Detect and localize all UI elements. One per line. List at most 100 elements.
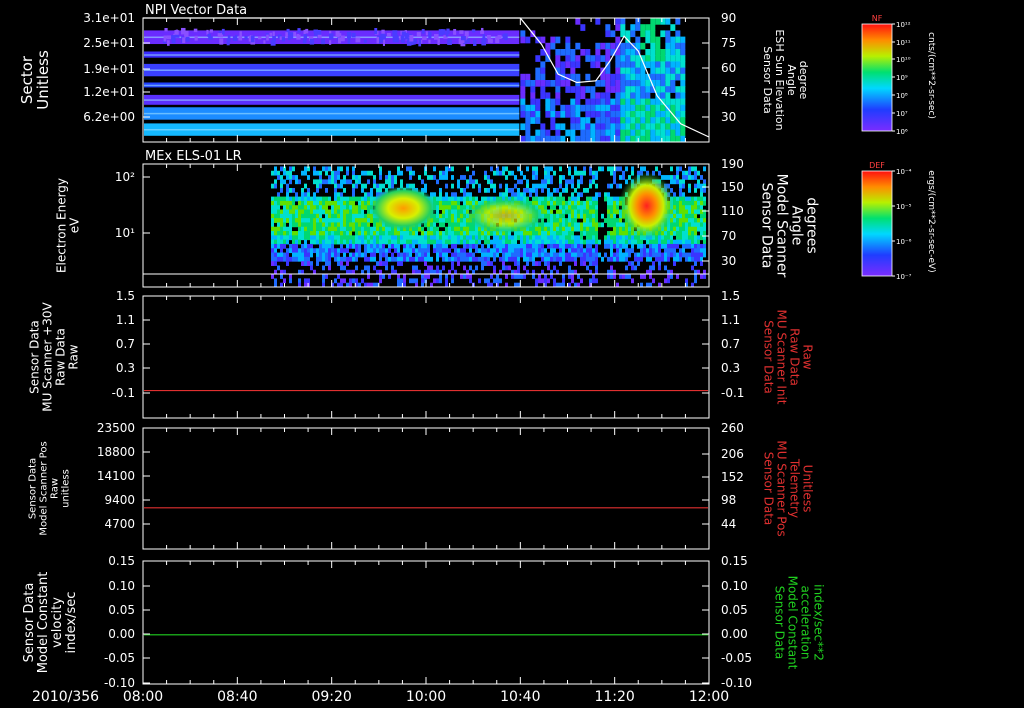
panel-1-ytick-right: 30 [721, 110, 736, 124]
panel-3-ytick-left: 0.7 [116, 337, 135, 351]
colorbar-tick: 10⁻⁷ [896, 273, 912, 281]
panel-3-ytick-right: -0.1 [721, 386, 744, 400]
panel-3-ylabel-right: Raw [801, 344, 815, 369]
panel-1-ytick-left: 1.2e+01 [83, 85, 135, 99]
panel-3-ytick-left: 1.1 [116, 313, 135, 327]
panel-2-ylabel-left: Electron Energy [55, 178, 69, 273]
colorbar-tick: 10¹² [896, 21, 911, 29]
els-warm-patch-1 [369, 186, 438, 231]
plot-canvas: 3.1e+01 2.5e+01 1.9e+01 1.2e+01 6.2e+00 90 75 6… [18, 3, 936, 705]
x-tick-label: 09:20 [311, 689, 351, 705]
panel-2-ytick-left: 10² [115, 170, 135, 184]
panel-1-ytick-left: 1.9e+01 [83, 62, 135, 76]
colorbar-label: NF [872, 14, 883, 23]
panel-1-ylabel-right: Angle [785, 64, 798, 96]
panel-5-ytick-left: 0.05 [108, 603, 135, 617]
panel-5-ytick-left: -0.05 [104, 651, 135, 665]
panel-2-ytick-right: 190 [721, 157, 744, 171]
panel-4-ytick-right: 44 [721, 517, 736, 531]
colorbar-tick: 10⁻⁵ [896, 203, 912, 211]
panel-5-ytick-right: 0.10 [721, 579, 748, 593]
panel-2-ytick-right: 70 [721, 229, 736, 243]
panel-5-ylabel-right: Sensor Data [773, 586, 787, 660]
panel-3-ylabel-right: MU Scanner Init [775, 309, 789, 404]
colorbar-tick: 10⁸ [896, 92, 908, 100]
panel-2-ytick-right: 110 [721, 204, 744, 218]
panel-3-ylabel-right: Raw Data [788, 328, 802, 386]
panel-3-ylabel-left: Sensor Data [28, 320, 42, 394]
panel-2-ylabel-right: Angle [789, 206, 805, 246]
colorbar-units: ergs/(cm**2-sr-sec-eV) [926, 170, 936, 272]
panel-4-ytick-left: 23500 [97, 421, 135, 435]
panel-4-ylabel-right: Sensor Data [762, 452, 776, 526]
panel-2-ylabel-left: eV [68, 217, 82, 233]
panel-3-ylabel-left: Raw [67, 344, 81, 369]
panel-3-ytick-left: 0.3 [116, 361, 135, 375]
colorbar-tick: 10¹¹ [896, 39, 911, 47]
colorbar-tick: 10¹⁰ [896, 56, 911, 64]
panel-3-ytick-left: -0.1 [112, 386, 135, 400]
panel-5-ytick-right: -0.05 [721, 651, 752, 665]
panel-3-ytick-right: 0.3 [721, 361, 740, 375]
colorbar-units: cnts/(cm**2-sr-sec) [926, 32, 936, 119]
x-tick-label: 08:00 [123, 689, 163, 705]
panel-5-ytick-right: 0.15 [721, 554, 748, 568]
panel-1-ylabel-right: degree [797, 61, 810, 100]
panel-4-ylabel-right: Unitless [801, 465, 815, 513]
panel-2-ytick-right: 30 [721, 254, 736, 268]
colorbar-tick: 10⁻⁶ [896, 238, 912, 246]
x-tick-label: 10:00 [406, 689, 446, 705]
x-tick-label: 08:40 [217, 689, 257, 705]
colorbar-tick: 10⁹ [896, 74, 908, 82]
panel-1-ylabel-right: Sensor Data [761, 46, 774, 113]
panel-5-ytick-right: -0.10 [721, 676, 752, 690]
panel-4-ylabel-left: Raw [50, 478, 61, 499]
colorbar-tick: 10⁶ [896, 128, 908, 136]
panel-4-ylabel-right: MU Scanner Pos [775, 440, 789, 536]
panel-4-ylabel-left: unitless [61, 469, 72, 508]
panel-4-ytick-left: 4700 [104, 517, 135, 531]
panel-bg-4 [143, 428, 709, 549]
panel-3-ytick-right: 0.7 [721, 337, 740, 351]
panel-5-ytick-left: 0.10 [108, 579, 135, 593]
panel-5-ytick-right: 0.00 [721, 627, 748, 641]
panel-4-ytick-right: 260 [721, 421, 744, 435]
panel-4-ytick-right: 98 [721, 493, 736, 507]
panel-3-ytick-right: 1.5 [721, 289, 740, 303]
panel-2-ylabel-right: Sensor Data [759, 183, 775, 269]
panel-4-ylabel-left: Model Scanner Pos [39, 441, 50, 535]
panel-5-ylabel-left: index/sec [64, 592, 79, 654]
panel-3-ylabel-left: MU Scanner +30V [41, 302, 55, 412]
panel-1-ytick-left: 2.5e+01 [83, 36, 135, 50]
panel-4-ytick-left: 14100 [97, 469, 135, 483]
panel-1-title: NPI Vector Data [145, 3, 247, 18]
x-tick-label: 11:20 [594, 689, 634, 705]
panel-1-ylabel-left: Unitless [34, 50, 52, 110]
panel-2-ylabel-right: degrees [804, 197, 820, 253]
panel-bg-3 [143, 296, 709, 418]
panel-4-ytick-right: 152 [721, 470, 744, 484]
x-tick-label: 12:00 [689, 689, 729, 705]
panel-2-ylabel-right: Model Scanner [774, 174, 790, 278]
colorbar-tick: 10⁻⁴ [896, 168, 912, 176]
panel-1-ytick-right: 75 [721, 36, 736, 50]
panel-4-ytick-left: 18800 [97, 445, 135, 459]
panel-bg-5 [143, 561, 709, 684]
panel-5-ylabel-left: velocity [50, 597, 65, 648]
panel-4-ytick-left: 9400 [104, 493, 135, 507]
panel-5-ylabel-right: Model Constant [786, 576, 800, 670]
panel-5-ylabel-left: Sensor Data [22, 583, 37, 663]
x-date-label: 2010/356 [32, 689, 99, 705]
panel-3-ytick-right: 1.1 [721, 313, 740, 327]
panel-2-ytick-right: 150 [721, 180, 744, 194]
panel-1-ytick-right: 60 [721, 61, 736, 75]
colorbar-label: DEF [869, 161, 885, 170]
panel-4-ylabel-right: Telemetry [788, 458, 802, 518]
panel-1-ytick-left: 3.1e+01 [83, 11, 135, 25]
panel-3-ylabel-right: Sensor Data [762, 320, 776, 394]
panel-5-ylabel-right: acceleration [799, 586, 813, 660]
panel-3-ylabel-left: Raw Data [54, 328, 68, 386]
panel-4-ytick-right: 206 [721, 447, 744, 461]
panel-5-ylabel-right: index/sec**2 [812, 584, 826, 661]
panel-1-ytick-right: 45 [721, 85, 736, 99]
